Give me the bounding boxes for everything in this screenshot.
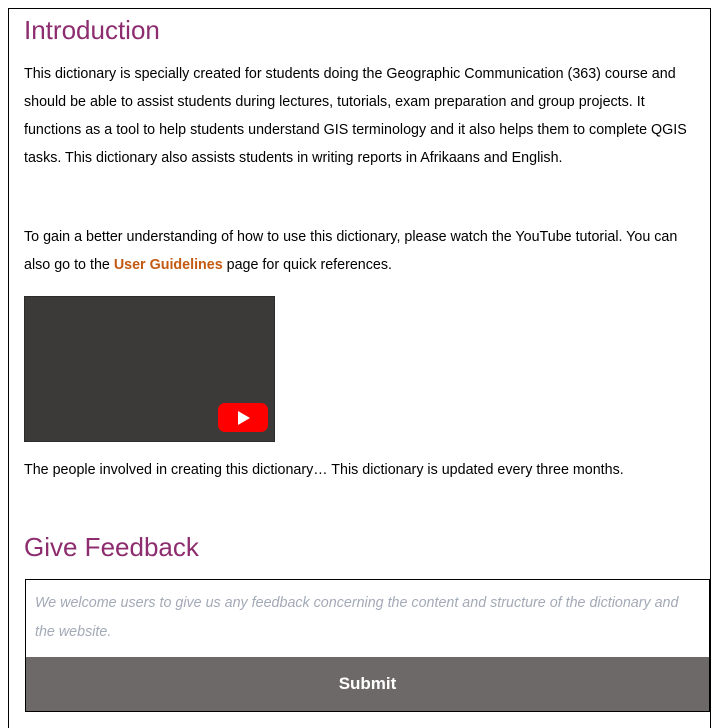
tutorial-paragraph: To gain a better understanding of how to… xyxy=(24,223,692,279)
youtube-play-icon[interactable] xyxy=(218,403,268,432)
give-feedback-heading: Give Feedback xyxy=(24,532,199,562)
feedback-textarea[interactable] xyxy=(26,580,709,657)
youtube-video-embed[interactable] xyxy=(24,296,275,442)
people-paragraph: The people involved in creating this dic… xyxy=(24,462,624,478)
submit-button[interactable]: Submit xyxy=(26,657,709,711)
feedback-form: Submit xyxy=(25,579,710,712)
introduction-heading: Introduction xyxy=(24,15,160,45)
tutorial-text-after: page for quick references. xyxy=(222,257,392,273)
introduction-paragraph: This dictionary is specially created for… xyxy=(24,66,687,166)
user-guidelines-link[interactable]: User Guidelines xyxy=(114,257,223,273)
